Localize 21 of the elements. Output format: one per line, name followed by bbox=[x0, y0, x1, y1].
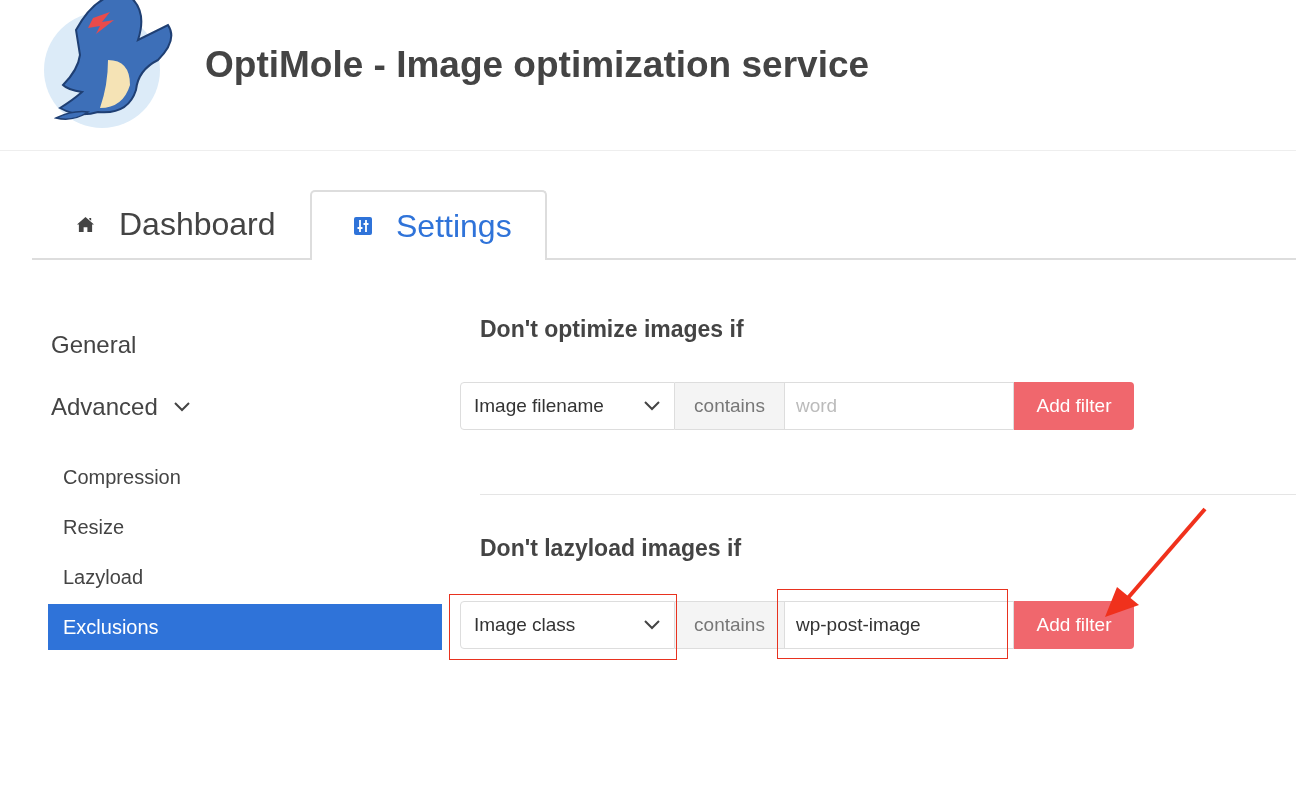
sidebar-subitem[interactable]: Exclusions bbox=[48, 604, 442, 650]
sidebar-subitem[interactable]: Lazyload bbox=[48, 554, 442, 600]
value-field[interactable]: wp-post-image bbox=[785, 601, 1014, 649]
chevron-icon bbox=[644, 401, 660, 411]
sidebar-subitem[interactable]: Resize bbox=[48, 504, 442, 550]
chevron-icon bbox=[644, 620, 660, 630]
operator-label: contains bbox=[675, 382, 785, 430]
section-heading: Don't optimize images if bbox=[480, 315, 745, 344]
value-field[interactable]: word bbox=[785, 382, 1014, 430]
operator-label: contains bbox=[675, 601, 785, 649]
sidebar-item[interactable]: General bbox=[48, 314, 442, 376]
sidebar-subitem[interactable]: Compression bbox=[48, 454, 442, 500]
page-title: OptiMole - Image optimization service bbox=[205, 44, 870, 86]
type-select[interactable]: Image class bbox=[460, 601, 675, 649]
home-icon bbox=[76, 215, 95, 233]
sliders-icon bbox=[354, 217, 372, 235]
type-select[interactable]: Image filename bbox=[460, 382, 675, 430]
section-heading: Don't lazyload images if bbox=[480, 534, 743, 563]
tab[interactable]: Settings bbox=[310, 190, 547, 260]
sidebar-item[interactable]: Advanced bbox=[48, 376, 442, 438]
tab[interactable]: Dashboard bbox=[32, 190, 310, 258]
